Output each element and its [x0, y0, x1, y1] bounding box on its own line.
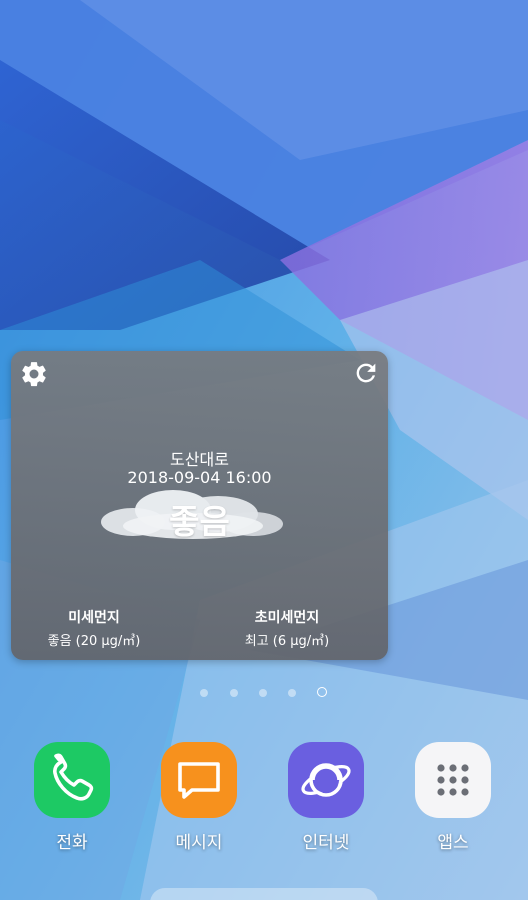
page-dot[interactable]: [288, 689, 296, 697]
pm25-info: 초미세먼지 최고 (6 μg/㎥): [207, 607, 367, 649]
phone-app[interactable]: 전화: [22, 742, 122, 853]
page-dot[interactable]: [200, 689, 208, 697]
phone-label: 전화: [56, 833, 88, 853]
settings-gear-icon[interactable]: [19, 359, 49, 389]
pm10-title: 미세먼지: [68, 610, 120, 626]
air-quality-widget[interactable]: 도산대로 2018-09-04 16:00 좋음 미세먼지 좋음 (20 μg/…: [11, 351, 388, 660]
internet-app[interactable]: 인터넷: [276, 742, 376, 853]
page-dot[interactable]: [259, 689, 267, 697]
air-quality-status: 좋음: [169, 502, 230, 541]
apps-drawer[interactable]: 앱스: [403, 742, 503, 853]
pm25-value: 최고 (6 μg/㎥): [244, 634, 330, 649]
messages-app[interactable]: 메시지: [149, 742, 249, 853]
pm25-title: 초미세먼지: [254, 610, 320, 626]
messages-label: 메시지: [175, 833, 223, 853]
pm10-value: 좋음 (20 μg/㎥): [47, 634, 141, 649]
page-indicator: [0, 686, 528, 700]
apps-label: 앱스: [437, 833, 469, 853]
location-label: 도산대로: [170, 450, 229, 469]
page-dot-active[interactable]: [317, 687, 327, 697]
phone-icon[interactable]: [34, 742, 110, 818]
page-dot[interactable]: [230, 689, 238, 697]
refresh-icon[interactable]: [352, 359, 380, 387]
planet-icon[interactable]: [288, 742, 364, 818]
internet-label: 인터넷: [302, 833, 350, 853]
apps-grid-icon[interactable]: [415, 742, 491, 818]
datetime-label: 2018-09-04 16:00: [127, 468, 272, 487]
navigation-handle[interactable]: [150, 888, 378, 918]
pm10-info: 미세먼지 좋음 (20 μg/㎥): [14, 607, 174, 649]
message-icon[interactable]: [161, 742, 237, 818]
